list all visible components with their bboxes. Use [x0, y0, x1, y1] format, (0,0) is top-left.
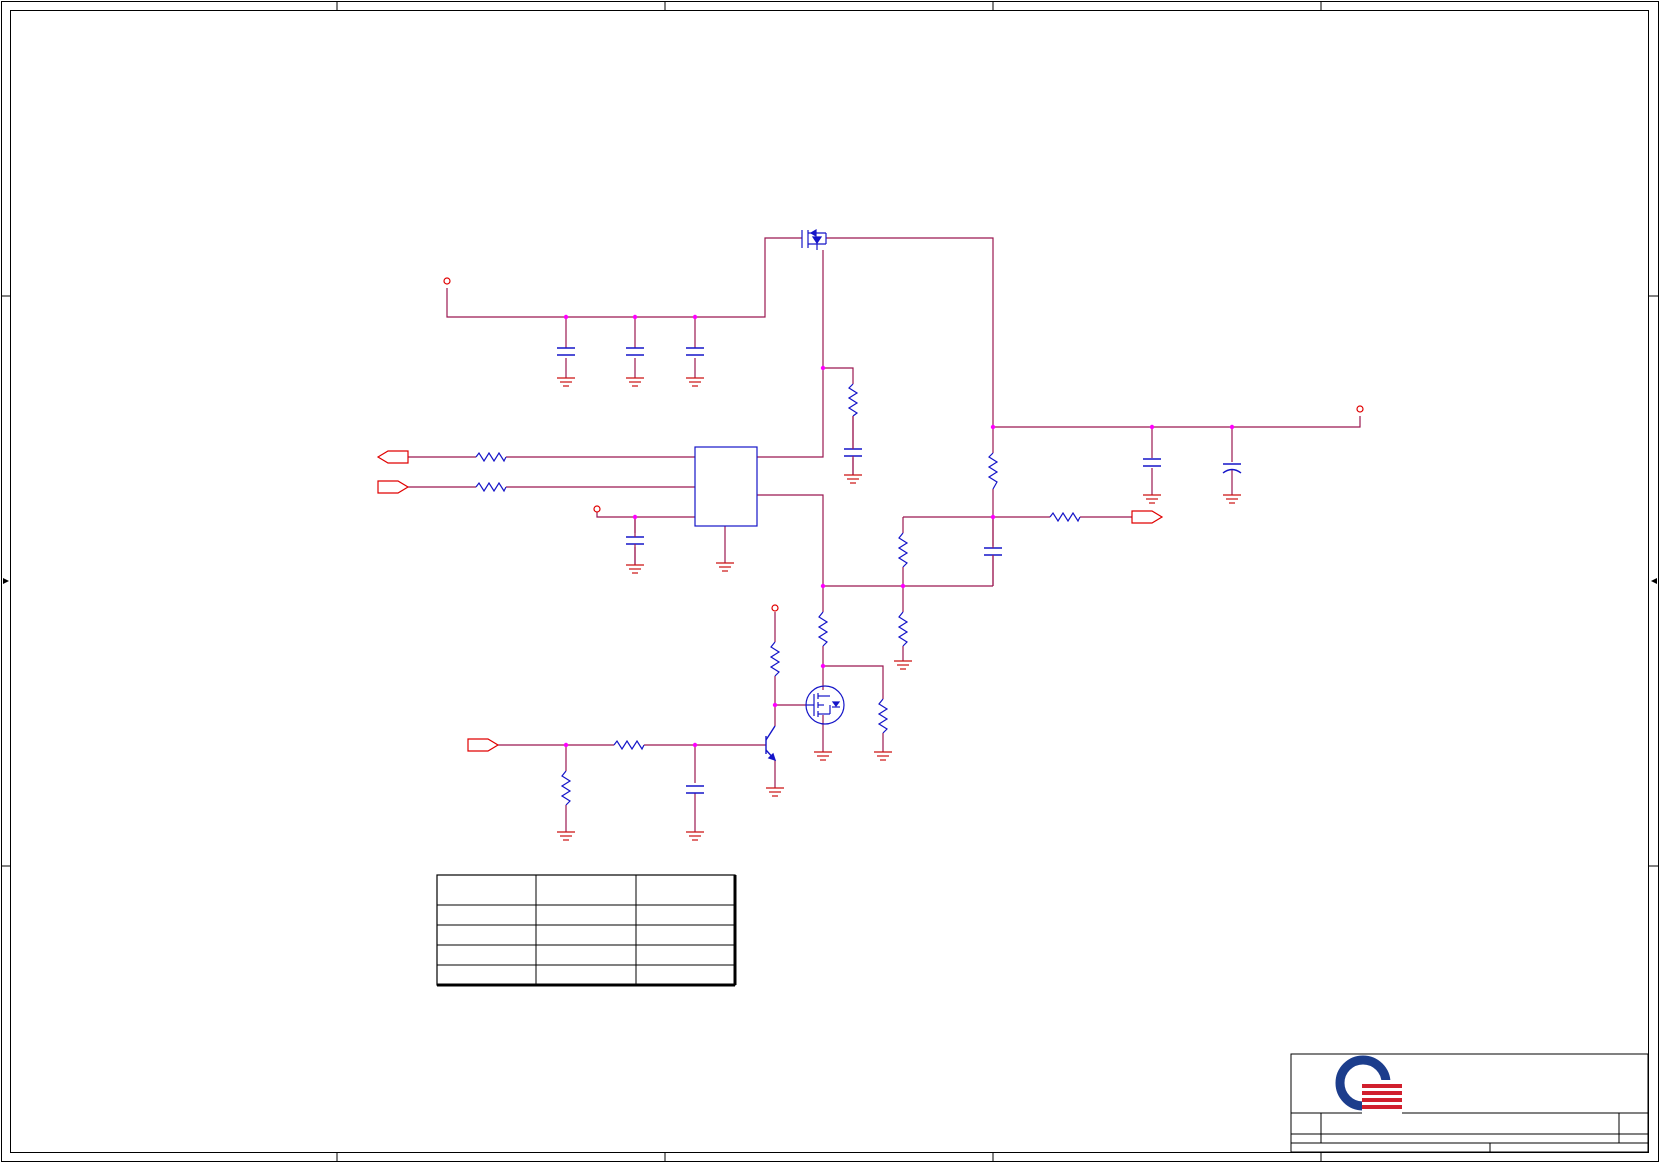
- ground-icon: [844, 474, 862, 484]
- resistor-h1: [475, 451, 507, 463]
- connector-left-input: [377, 480, 410, 494]
- load-switch-mosfet: [801, 228, 827, 250]
- connector-left-output: [376, 450, 409, 464]
- npn-transistor: [765, 725, 777, 762]
- capacitors: [557, 347, 1242, 794]
- power-port-output: [1356, 405, 1364, 413]
- ground-icon: [686, 831, 704, 841]
- ground-icon: [557, 377, 575, 387]
- capacitor-c1: [557, 347, 575, 356]
- ground-icon: [1223, 494, 1241, 504]
- offpage-connectors: [376, 450, 1164, 752]
- capacitor-gate: [844, 448, 862, 457]
- capacitor-ic: [626, 536, 644, 545]
- resistor-v-gate-rc: [847, 383, 859, 417]
- option-table: [436, 874, 737, 987]
- power-port-ic: [593, 505, 601, 513]
- ground-icon: [1143, 494, 1161, 504]
- ground-icon: [557, 831, 575, 841]
- discharge-mosfet: [805, 685, 845, 725]
- ground-icon: [716, 562, 734, 572]
- resistor-v-pullup: [769, 641, 781, 677]
- ground-icon: [894, 660, 912, 670]
- capacitor-c2: [626, 347, 644, 356]
- capacitor-enable: [686, 785, 704, 794]
- ground-icon: [814, 751, 832, 761]
- sheet-frame: [1, 1, 1659, 1162]
- resistor-v-enable-pd: [560, 770, 572, 806]
- capacitor-fb: [984, 547, 1002, 556]
- resistor-h3: [1049, 511, 1081, 523]
- capacitor-c3: [686, 347, 704, 356]
- controller-ic: [694, 446, 758, 527]
- ground-icon: [626, 377, 644, 387]
- power-port-pullup: [771, 604, 779, 612]
- resistor-h2: [475, 481, 507, 493]
- resistor-v-fb2: [897, 611, 909, 647]
- ground-icon: [766, 787, 784, 797]
- power-port-input: [443, 277, 451, 285]
- resistors: [475, 383, 1081, 806]
- resistor-v-out: [987, 452, 999, 490]
- ground-icon: [626, 564, 644, 574]
- resistor-h4: [613, 739, 645, 751]
- ground-icon: [874, 751, 892, 761]
- connector-right-output: [1131, 510, 1164, 524]
- capacitor-out1: [1143, 458, 1161, 467]
- quanta-logo-icon: [1335, 1055, 1402, 1114]
- ground-icon: [686, 377, 704, 387]
- resistor-v-fb1: [897, 532, 909, 568]
- connector-enable-input: [467, 738, 500, 752]
- junction-dots: [563, 314, 1235, 748]
- wires: [408, 237, 1361, 832]
- resistor-v-gate-pd: [877, 698, 889, 734]
- schematic-sheet: [1, 1, 1659, 1162]
- resistor-v-dis: [817, 611, 829, 647]
- sheet-center-arrows: [3, 578, 1657, 584]
- ground-symbols: [557, 377, 1241, 841]
